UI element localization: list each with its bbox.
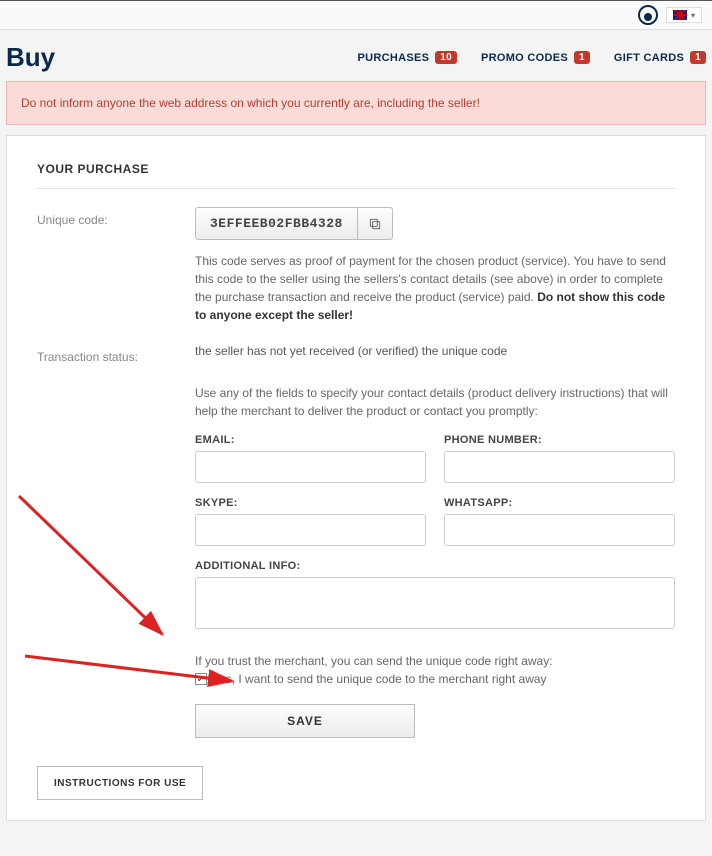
skype-input[interactable] — [195, 514, 426, 546]
tab-label: PROMO CODES — [481, 52, 568, 64]
chevron-down-icon: ▾ — [691, 11, 695, 20]
save-button[interactable]: SAVE — [195, 704, 415, 738]
whatsapp-field-wrap: WHATSAPP: — [444, 497, 675, 546]
email-field-wrap: EMAIL: — [195, 434, 426, 483]
badge: 1 — [574, 51, 590, 64]
trust-block: If you trust the merchant, you can send … — [195, 654, 675, 686]
additional-input[interactable] — [195, 577, 675, 629]
email-input[interactable] — [195, 451, 426, 483]
phone-label: PHONE NUMBER: — [444, 434, 675, 446]
page-title: Buy — [6, 42, 55, 73]
unique-code-value: 3EFFEEB02FBB4328 — [196, 208, 357, 239]
unique-code-row: Unique code: 3EFFEEB02FBB4328 This code … — [37, 207, 675, 324]
copy-button[interactable] — [357, 208, 392, 239]
unique-code-label: Unique code: — [37, 207, 195, 324]
tab-label: PURCHASES — [357, 52, 429, 64]
skype-label: SKYPE: — [195, 497, 426, 509]
contact-instructions: Use any of the fields to specify your co… — [195, 384, 675, 420]
tab-purchases[interactable]: PURCHASES 10 — [357, 51, 457, 64]
email-label: EMAIL: — [195, 434, 426, 446]
send-code-checkbox-row[interactable]: ✓ yes, I want to send the unique code to… — [195, 672, 675, 686]
flag-uk-icon — [673, 10, 687, 20]
phone-input[interactable] — [444, 451, 675, 483]
skype-field-wrap: SKYPE: — [195, 497, 426, 546]
trust-text: If you trust the merchant, you can send … — [195, 654, 675, 668]
whatsapp-label: WHATSAPP: — [444, 497, 675, 509]
profile-icon[interactable] — [638, 5, 658, 25]
checkbox-label: yes, I want to send the unique code to t… — [213, 672, 547, 686]
additional-label: ADDITIONAL INFO: — [195, 560, 675, 572]
additional-field-wrap: ADDITIONAL INFO: — [195, 560, 675, 632]
tab-label: GIFT CARDS — [614, 52, 684, 64]
copy-icon — [368, 217, 382, 231]
contact-fields: EMAIL: PHONE NUMBER: SKYPE: WHATSAPP: AD… — [195, 434, 675, 632]
phone-field-wrap: PHONE NUMBER: — [444, 434, 675, 483]
language-selector[interactable]: ▾ — [666, 7, 702, 23]
transaction-status-row: Transaction status: the seller has not y… — [37, 344, 675, 364]
tab-promo-codes[interactable]: PROMO CODES 1 — [481, 51, 590, 64]
header-row: Buy PURCHASES 10 PROMO CODES 1 GIFT CARD… — [0, 30, 712, 81]
contact-row: Use any of the fields to specify your co… — [37, 384, 675, 738]
panel-title: YOUR PURCHASE — [37, 162, 675, 189]
code-description: This code serves as proof of payment for… — [195, 252, 675, 324]
tab-gift-cards[interactable]: GIFT CARDS 1 — [614, 51, 706, 64]
badge: 1 — [690, 51, 706, 64]
tx-status-label: Transaction status: — [37, 344, 195, 364]
top-bar: ▾ — [0, 0, 712, 30]
tx-status-value: the seller has not yet received (or veri… — [195, 344, 675, 364]
instructions-button[interactable]: INSTRUCTIONS FOR USE — [37, 766, 203, 800]
purchase-panel: YOUR PURCHASE Unique code: 3EFFEEB02FBB4… — [6, 135, 706, 821]
whatsapp-input[interactable] — [444, 514, 675, 546]
checkbox-icon: ✓ — [195, 673, 207, 685]
tabs: PURCHASES 10 PROMO CODES 1 GIFT CARDS 1 — [357, 51, 706, 64]
unique-code-box: 3EFFEEB02FBB4328 — [195, 207, 393, 240]
warning-banner: Do not inform anyone the web address on … — [6, 81, 706, 125]
badge: 10 — [435, 51, 457, 64]
